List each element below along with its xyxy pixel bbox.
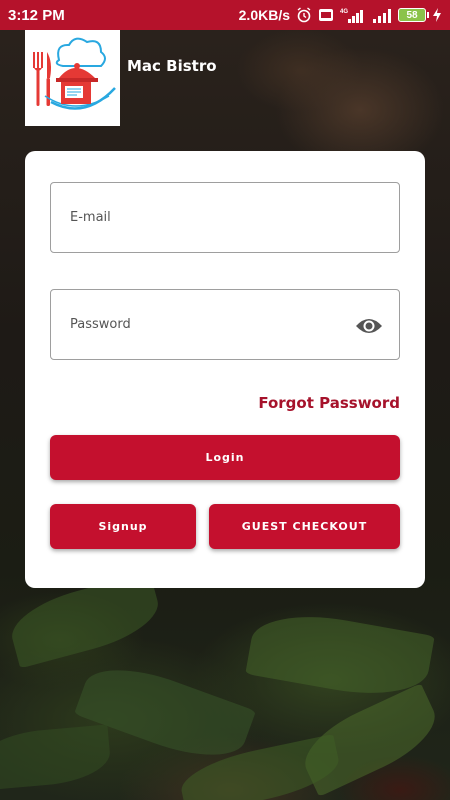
signup-button[interactable]: Signup xyxy=(50,504,196,549)
eye-icon[interactable] xyxy=(355,312,383,340)
guest-checkout-button[interactable]: GUEST CHECKOUT xyxy=(209,504,400,549)
status-indicators: 2.0KB/s 4G 58 xyxy=(239,7,442,23)
battery-icon: 58 xyxy=(398,8,429,22)
signal-icon: 4G xyxy=(340,7,366,23)
forgot-password-link[interactable]: Forgot Password xyxy=(258,394,400,412)
volte-icon xyxy=(318,7,334,23)
alarm-icon xyxy=(296,7,312,23)
signal-icon xyxy=(372,7,392,23)
password-field[interactable] xyxy=(50,289,400,360)
password-input[interactable] xyxy=(70,317,330,332)
login-button[interactable]: Login xyxy=(50,435,400,480)
network-type-label: 4G xyxy=(340,9,348,15)
status-time: 3:12 PM xyxy=(8,6,65,24)
chef-hat-logo xyxy=(33,37,116,110)
network-speed: 2.0KB/s xyxy=(238,7,290,23)
status-bar: 3:12 PM 2.0KB/s 4G 58 xyxy=(0,0,450,30)
email-input[interactable] xyxy=(70,210,330,225)
app-name: Mac Bistro xyxy=(127,57,217,75)
battery-level: 58 xyxy=(406,9,418,21)
login-card: Forgot Password Login Signup GUEST CHECK… xyxy=(25,151,425,588)
charging-icon xyxy=(432,7,442,23)
app-logo xyxy=(25,30,120,126)
email-field[interactable] xyxy=(50,182,400,253)
